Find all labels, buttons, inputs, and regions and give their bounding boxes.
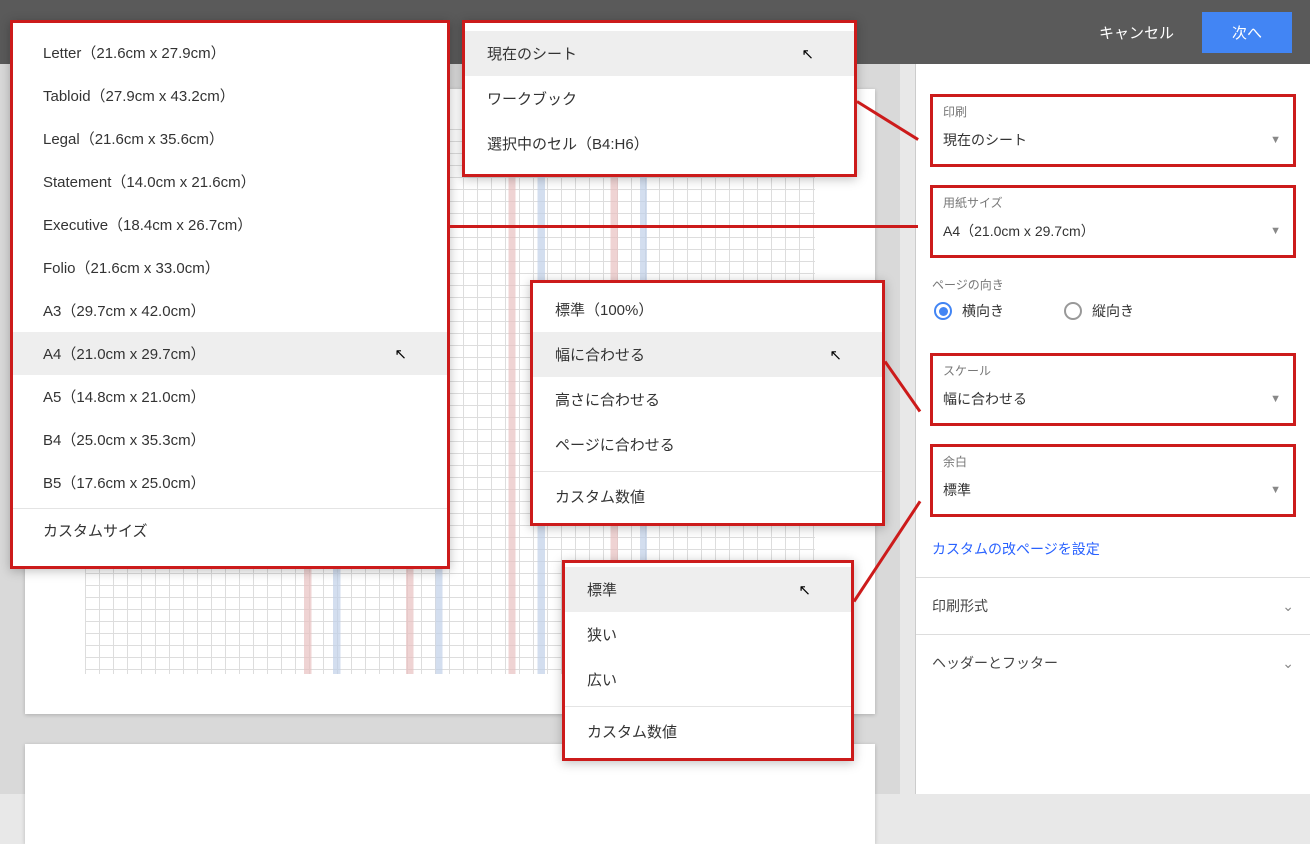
menu-item[interactable]: Folio（21.6cm x 33.0cm） bbox=[13, 246, 447, 289]
menu-item[interactable]: 標準（100%） bbox=[533, 287, 882, 332]
paper-size-menu[interactable]: Letter（21.6cm x 27.9cm）Tabloid（27.9cm x … bbox=[10, 20, 450, 569]
menu-item[interactable]: 現在のシート↖ bbox=[465, 31, 854, 76]
scale-field[interactable]: スケール 幅に合わせる ▼ bbox=[930, 353, 1296, 426]
dropdown-arrow-icon: ▼ bbox=[1270, 134, 1281, 146]
orientation-label: ページの向き bbox=[932, 276, 1294, 293]
pointer-cursor-icon: ↖ bbox=[394, 345, 407, 363]
paper-size-value: A4（21.0cm x 29.7cm） bbox=[943, 221, 1095, 241]
connector-line bbox=[450, 225, 918, 228]
menu-item[interactable]: 広い bbox=[565, 657, 851, 702]
menu-item-custom[interactable]: カスタムサイズ bbox=[13, 508, 447, 552]
menu-item[interactable]: A3（29.7cm x 42.0cm） bbox=[13, 289, 447, 332]
menu-item[interactable]: ページに合わせる bbox=[533, 422, 882, 467]
menu-item[interactable]: Legal（21.6cm x 35.6cm） bbox=[13, 117, 447, 160]
menu-item-custom[interactable]: カスタム数値 bbox=[533, 471, 882, 519]
dropdown-arrow-icon: ▼ bbox=[1270, 225, 1281, 237]
print-target-label: 印刷 bbox=[941, 103, 1285, 120]
orientation-group: 横向き 縦向き bbox=[930, 295, 1296, 335]
menu-item[interactable]: B4（25.0cm x 35.3cm） bbox=[13, 418, 447, 461]
chevron-down-icon: ⌄ bbox=[1282, 655, 1294, 672]
menu-item-custom[interactable]: カスタム数値 bbox=[565, 706, 851, 754]
orientation-portrait[interactable]: 縦向き bbox=[1064, 301, 1134, 321]
margin-value: 標準 bbox=[943, 480, 971, 500]
print-target-value: 現在のシート bbox=[943, 130, 1027, 150]
radio-unchecked-icon bbox=[1064, 302, 1082, 320]
print-format-section[interactable]: 印刷形式 ⌄ bbox=[916, 577, 1310, 634]
pointer-cursor-icon: ↖ bbox=[829, 346, 842, 364]
margin-label: 余白 bbox=[941, 453, 1285, 470]
menu-item[interactable]: 選択中のセル（B4:H6） bbox=[465, 121, 854, 166]
custom-pagebreak-link[interactable]: カスタムの改ページを設定 bbox=[916, 535, 1310, 577]
dropdown-arrow-icon: ▼ bbox=[1270, 393, 1281, 405]
menu-item[interactable]: A4（21.0cm x 29.7cm）↖ bbox=[13, 332, 447, 375]
margin-field[interactable]: 余白 標準 ▼ bbox=[930, 444, 1296, 517]
margin-menu[interactable]: 標準↖狭い広いカスタム数値 bbox=[562, 560, 854, 761]
orientation-landscape[interactable]: 横向き bbox=[934, 301, 1004, 321]
scale-value: 幅に合わせる bbox=[943, 389, 1027, 409]
scale-menu[interactable]: 標準（100%）幅に合わせる↖高さに合わせるページに合わせるカスタム数値 bbox=[530, 280, 885, 526]
print-target-field[interactable]: 印刷 現在のシート ▼ bbox=[930, 94, 1296, 167]
menu-item[interactable]: B5（17.6cm x 25.0cm） bbox=[13, 461, 447, 504]
menu-item[interactable]: 幅に合わせる↖ bbox=[533, 332, 882, 377]
menu-item[interactable]: Statement（14.0cm x 21.6cm） bbox=[13, 160, 447, 203]
paper-size-field[interactable]: 用紙サイズ A4（21.0cm x 29.7cm） ▼ bbox=[930, 185, 1296, 258]
header-footer-section[interactable]: ヘッダーとフッター ⌄ bbox=[916, 634, 1310, 691]
menu-item[interactable]: A5（14.8cm x 21.0cm） bbox=[13, 375, 447, 418]
scale-label: スケール bbox=[941, 362, 1285, 379]
print-target-menu[interactable]: 現在のシート↖ワークブック選択中のセル（B4:H6） bbox=[462, 20, 857, 177]
menu-item[interactable]: ワークブック bbox=[465, 76, 854, 121]
next-button[interactable]: 次へ bbox=[1202, 12, 1292, 53]
chevron-down-icon: ⌄ bbox=[1282, 598, 1294, 615]
radio-checked-icon bbox=[934, 302, 952, 320]
menu-item[interactable]: 標準↖ bbox=[565, 567, 851, 612]
print-settings-sidebar: 印刷 現在のシート ▼ 用紙サイズ A4（21.0cm x 29.7cm） ▼ … bbox=[915, 64, 1310, 794]
menu-item[interactable]: 狭い bbox=[565, 612, 851, 657]
menu-item[interactable]: Executive（18.4cm x 26.7cm） bbox=[13, 203, 447, 246]
menu-item[interactable]: Tabloid（27.9cm x 43.2cm） bbox=[13, 74, 447, 117]
cancel-button[interactable]: キャンセル bbox=[1081, 12, 1192, 53]
menu-item[interactable]: Letter（21.6cm x 27.9cm） bbox=[13, 31, 447, 74]
pointer-cursor-icon: ↖ bbox=[798, 581, 811, 599]
menu-item[interactable]: 高さに合わせる bbox=[533, 377, 882, 422]
paper-size-label: 用紙サイズ bbox=[941, 194, 1285, 211]
dropdown-arrow-icon: ▼ bbox=[1270, 484, 1281, 496]
pointer-cursor-icon: ↖ bbox=[801, 45, 814, 63]
